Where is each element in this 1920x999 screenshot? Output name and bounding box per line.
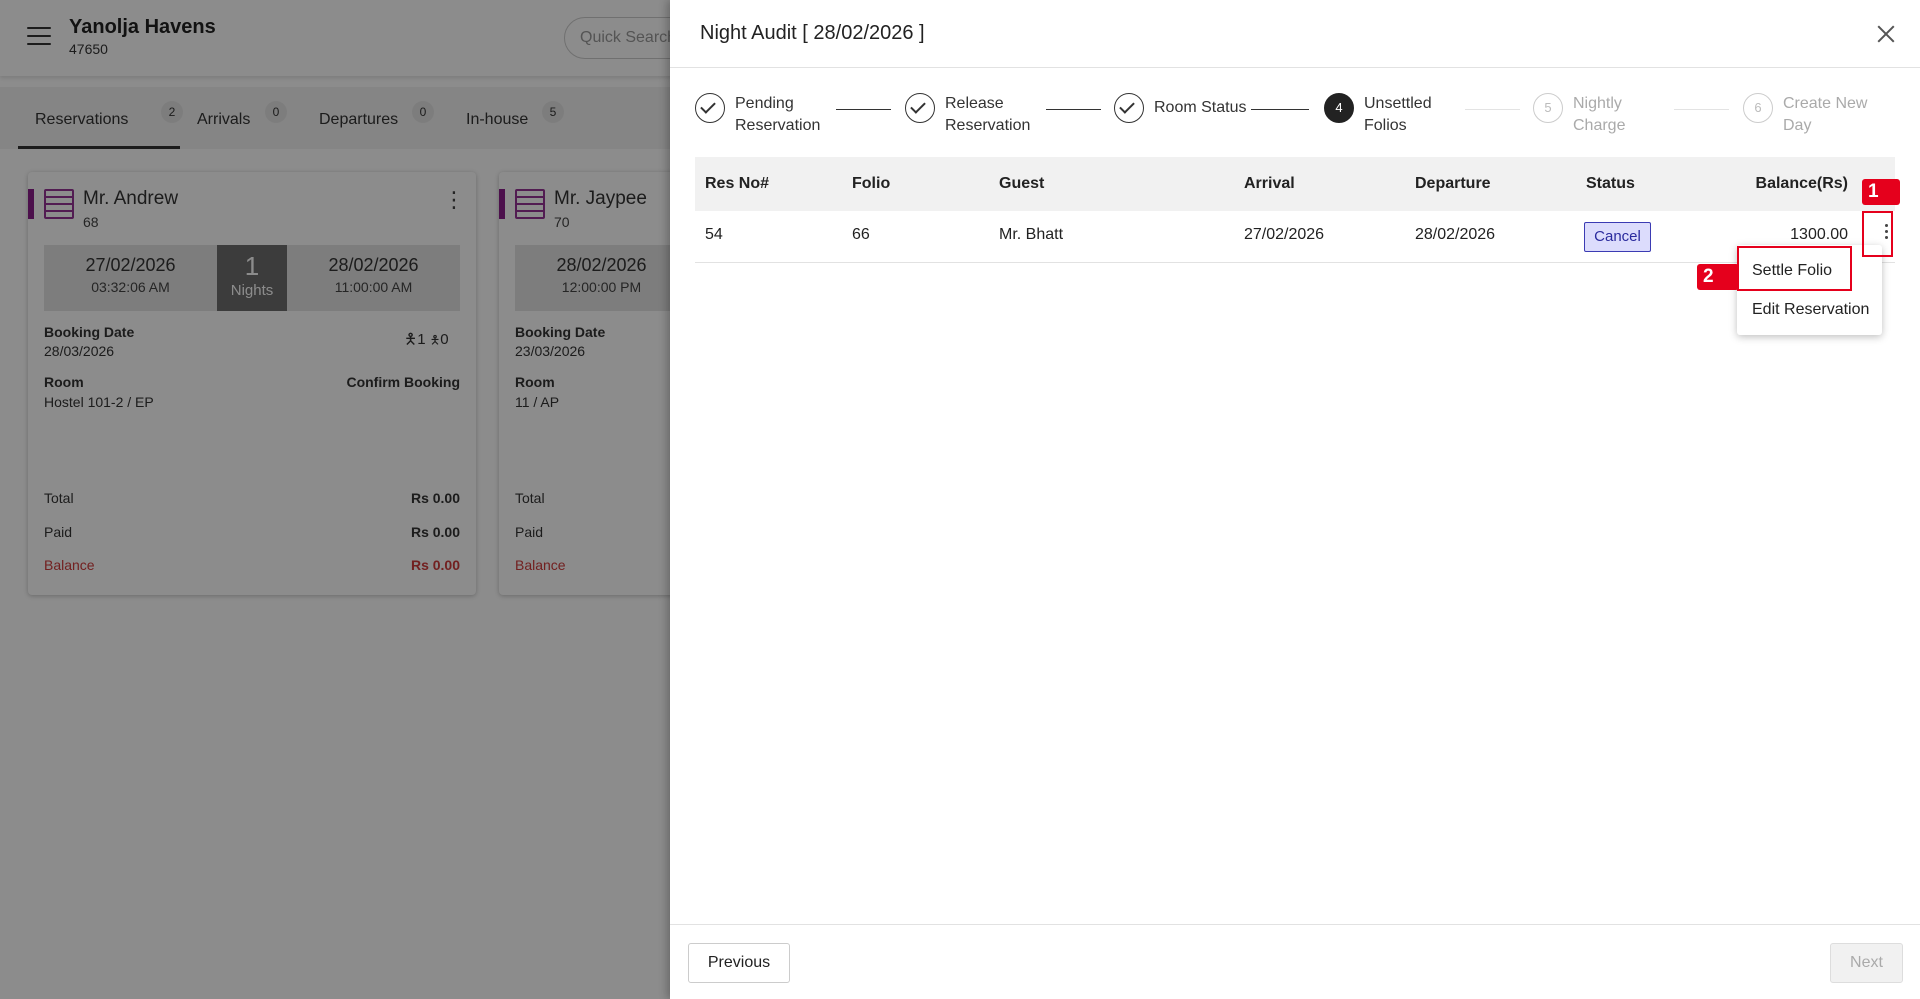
table-header: Res No# Folio Guest Arrival Departure St… (695, 157, 1895, 211)
annotation-highlight-kebab (1862, 211, 1893, 257)
previous-button[interactable]: Previous (688, 943, 790, 983)
res-no-cell: 54 (705, 226, 723, 243)
check-icon (1114, 93, 1144, 123)
status-badge: Cancel (1584, 222, 1651, 252)
step-number: 5 (1533, 93, 1563, 123)
step-label: Room Status (1154, 99, 1247, 116)
step-connector (1251, 109, 1309, 110)
balance-cell: 1300.00 (1790, 226, 1848, 243)
folio-cell: 66 (852, 226, 870, 243)
annotation-label-2: 2 (1697, 264, 1739, 290)
step-label: Pending Reservation (735, 95, 821, 134)
column-header: Departure (1415, 175, 1491, 192)
check-icon (695, 93, 725, 123)
step-connector (1674, 109, 1729, 110)
footer-divider (670, 924, 1920, 925)
annotation-label-1: 1 (1862, 179, 1900, 205)
column-header: Res No# (705, 175, 770, 192)
step-connector (1465, 109, 1520, 110)
next-button[interactable]: Next (1830, 943, 1903, 983)
column-header: Status (1586, 175, 1635, 192)
step-number: 4 (1324, 93, 1354, 123)
close-icon[interactable] (1875, 23, 1897, 45)
column-header: Folio (852, 175, 891, 192)
column-header: Guest (999, 175, 1045, 192)
column-header: Balance(Rs) (1755, 175, 1848, 192)
step-label: Unsettled Folios (1364, 95, 1432, 134)
step-label: Nightly Charge (1573, 95, 1626, 134)
edit-reservation-menu-item[interactable]: Edit Reservation (1752, 301, 1869, 319)
step-number: 6 (1743, 93, 1773, 123)
step-label: Release Reservation (945, 95, 1031, 134)
arrival-cell: 27/02/2026 (1244, 226, 1325, 243)
step-connector (1046, 109, 1101, 110)
guest-cell: Mr. Bhatt (999, 226, 1064, 243)
divider (670, 67, 1920, 68)
panel-title: Night Audit [ 28/02/2026 ] (700, 22, 925, 44)
departure-cell: 28/02/2026 (1415, 226, 1496, 243)
column-header: Arrival (1244, 175, 1295, 192)
step-label: Create New Day (1783, 95, 1868, 134)
step-connector (836, 109, 891, 110)
table-row: 54 66 Mr. Bhatt 27/02/2026 28/02/2026 Ca… (695, 211, 1895, 263)
night-audit-panel: Night Audit [ 28/02/2026 ] Pending Reserv… (670, 0, 1920, 999)
check-icon (905, 93, 935, 123)
annotation-highlight-settle-folio (1737, 246, 1852, 291)
